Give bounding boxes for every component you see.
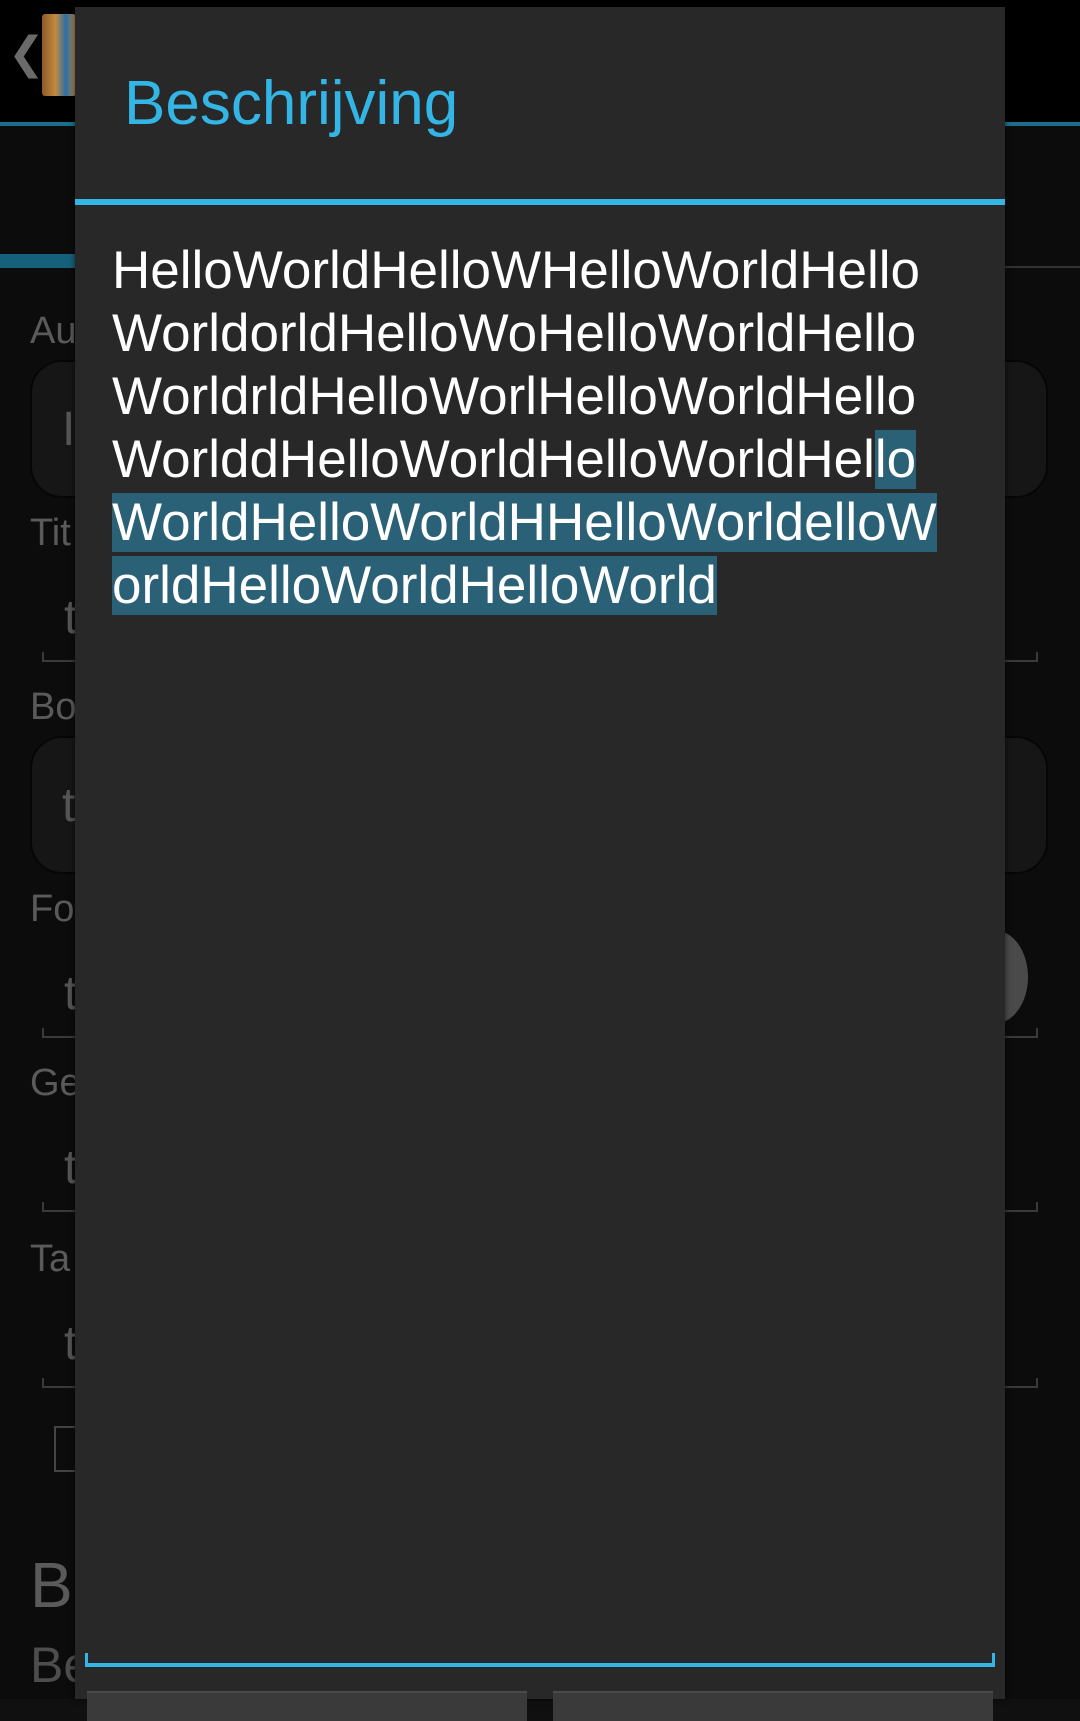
description-input[interactable]: HelloWorldHelloWHelloWorldHello Worldorl…: [112, 239, 972, 617]
text-line: WorldrldHelloWorlHelloWorldHello: [112, 367, 917, 426]
text-line: HelloWorldHelloWHelloWorldHello: [112, 241, 921, 300]
dialog-title-divider: [75, 199, 1005, 205]
description-text[interactable]: HelloWorldHelloWHelloWorldHello Worldorl…: [112, 239, 972, 617]
ok-button[interactable]: [553, 1691, 993, 1721]
text-line: orldHelloWorldHelloWorld: [112, 554, 972, 617]
text-line: WorlddHelloWorldHelloWorldHello: [112, 430, 917, 489]
label-title: Tit: [30, 512, 71, 554]
selected-text: lo: [874, 430, 917, 489]
edit-text-underline: [85, 1653, 995, 1667]
app-icon[interactable]: [42, 14, 76, 96]
label-book: Bo: [30, 686, 77, 728]
text-line: WorldorldHelloWoHelloWorldHello: [112, 304, 917, 363]
label-author: Au: [30, 310, 77, 352]
label-genre: Ge: [30, 1062, 81, 1104]
text-line: WorldHelloWorldHHelloWorldelloW: [112, 491, 972, 554]
selected-text: orldHelloWorldHelloWorld: [112, 556, 717, 615]
book-field-hint: t: [62, 779, 76, 832]
label-tags: Ta: [30, 1238, 71, 1280]
author-field-hint: I: [62, 403, 76, 456]
selected-text: WorldHelloWorldHHelloWorldelloW: [112, 493, 937, 552]
cancel-button[interactable]: [87, 1691, 527, 1721]
label-format: Fo: [30, 888, 75, 930]
back-icon[interactable]: ❮: [8, 28, 45, 79]
description-dialog: Beschrijving HelloWorldHelloWHelloWorldH…: [75, 7, 1005, 1721]
tab-indicator: [0, 254, 80, 268]
dialog-title: Beschrijving: [124, 69, 459, 138]
